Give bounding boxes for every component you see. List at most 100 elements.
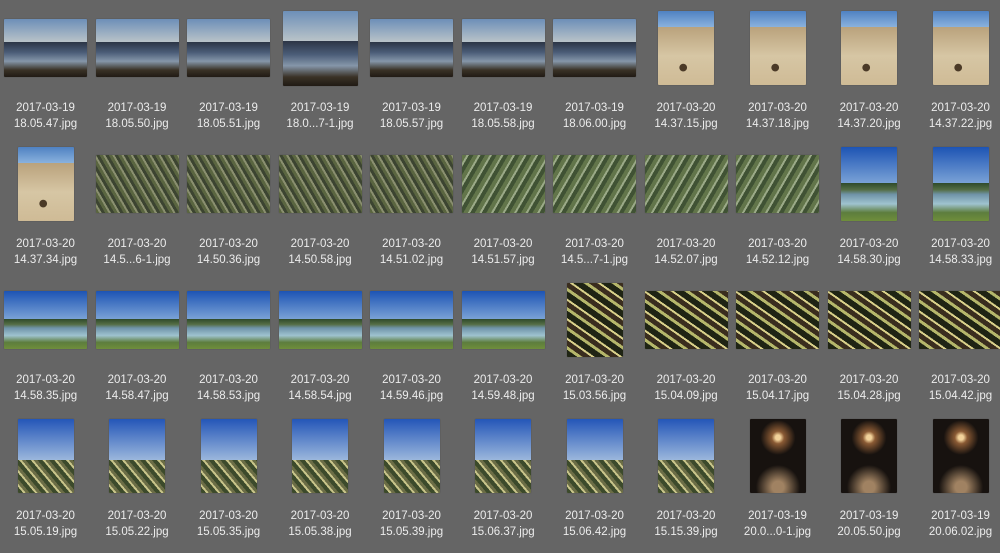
thumbnail-area[interactable] bbox=[366, 142, 457, 226]
thumbnail-area[interactable] bbox=[0, 414, 91, 498]
photo-item[interactable]: 2017-03-20 15.05.39.jpg bbox=[366, 414, 457, 550]
photo-item[interactable]: 2017-03-20 14.37.20.jpg bbox=[824, 6, 915, 142]
thumbnail-area[interactable] bbox=[641, 6, 732, 90]
thumbnail-area[interactable] bbox=[641, 414, 732, 498]
photo-item[interactable]: 2017-03-20 14.52.07.jpg bbox=[641, 142, 732, 278]
photo-item[interactable]: 2017-03-19 18.0...7-1.jpg bbox=[275, 6, 366, 142]
photo-item[interactable]: 2017-03-20 15.06.42.jpg bbox=[549, 414, 640, 550]
photo-item[interactable]: 2017-03-20 14.5...6-1.jpg bbox=[92, 142, 183, 278]
photo-item[interactable]: 2017-03-20 14.59.48.jpg bbox=[458, 278, 549, 414]
photo-thumbnail[interactable] bbox=[644, 291, 728, 349]
photo-item[interactable]: 2017-03-20 14.37.22.jpg bbox=[915, 6, 1000, 142]
photo-item[interactable]: 2017-03-19 20.06.02.jpg bbox=[915, 414, 1000, 550]
photo-thumbnail[interactable] bbox=[749, 419, 806, 493]
thumbnail-area[interactable] bbox=[824, 414, 915, 498]
photo-item[interactable]: 2017-03-20 14.51.57.jpg bbox=[458, 142, 549, 278]
thumbnail-area[interactable] bbox=[549, 142, 640, 226]
thumbnail-area[interactable] bbox=[915, 142, 1000, 226]
thumbnail-area[interactable] bbox=[732, 414, 823, 498]
thumbnail-area[interactable] bbox=[183, 142, 274, 226]
photo-item[interactable]: 2017-03-20 15.04.28.jpg bbox=[824, 278, 915, 414]
photo-item[interactable]: 2017-03-20 14.59.46.jpg bbox=[366, 278, 457, 414]
photo-item[interactable]: 2017-03-19 18.05.47.jpg bbox=[0, 6, 91, 142]
thumbnail-area[interactable] bbox=[915, 6, 1000, 90]
photo-thumbnail[interactable] bbox=[461, 19, 545, 77]
photo-thumbnail[interactable] bbox=[282, 10, 358, 86]
photo-thumbnail[interactable] bbox=[841, 147, 897, 221]
thumbnail-area[interactable] bbox=[92, 414, 183, 498]
photo-thumbnail[interactable] bbox=[278, 291, 362, 349]
thumbnail-area[interactable] bbox=[915, 414, 1000, 498]
thumbnail-area[interactable] bbox=[92, 6, 183, 90]
photo-item[interactable]: 2017-03-20 15.04.17.jpg bbox=[732, 278, 823, 414]
photo-item[interactable]: 2017-03-20 14.50.58.jpg bbox=[275, 142, 366, 278]
thumbnail-area[interactable] bbox=[549, 414, 640, 498]
photo-thumbnail[interactable] bbox=[4, 291, 87, 349]
photo-thumbnail[interactable] bbox=[383, 419, 440, 493]
thumbnail-area[interactable] bbox=[641, 278, 732, 362]
photo-item[interactable]: 2017-03-20 15.05.22.jpg bbox=[92, 414, 183, 550]
thumbnail-area[interactable] bbox=[732, 142, 823, 226]
photo-thumbnail[interactable] bbox=[17, 147, 74, 221]
thumbnail-area[interactable] bbox=[824, 6, 915, 90]
photo-thumbnail[interactable] bbox=[644, 155, 728, 213]
thumbnail-area[interactable] bbox=[183, 414, 274, 498]
photo-item[interactable]: 2017-03-20 14.37.18.jpg bbox=[732, 6, 823, 142]
photo-item[interactable]: 2017-03-20 14.37.15.jpg bbox=[641, 6, 732, 142]
thumbnail-area[interactable] bbox=[641, 142, 732, 226]
photo-thumbnail[interactable] bbox=[292, 419, 348, 493]
photo-thumbnail[interactable] bbox=[278, 155, 362, 213]
photo-item[interactable]: 2017-03-20 15.04.09.jpg bbox=[641, 278, 732, 414]
photo-item[interactable]: 2017-03-20 14.58.33.jpg bbox=[915, 142, 1000, 278]
thumbnail-area[interactable] bbox=[366, 6, 457, 90]
photo-thumbnail[interactable] bbox=[841, 419, 897, 493]
photo-item[interactable]: 2017-03-20 14.58.35.jpg bbox=[0, 278, 91, 414]
photo-thumbnail[interactable] bbox=[187, 19, 270, 77]
photo-item[interactable]: 2017-03-20 14.51.02.jpg bbox=[366, 142, 457, 278]
photo-thumbnail[interactable] bbox=[566, 283, 623, 357]
thumbnail-area[interactable] bbox=[824, 278, 915, 362]
photo-item[interactable]: 2017-03-20 14.58.30.jpg bbox=[824, 142, 915, 278]
photo-thumbnail[interactable] bbox=[736, 155, 819, 213]
photo-thumbnail[interactable] bbox=[749, 11, 806, 85]
photo-item[interactable]: 2017-03-19 18.05.51.jpg bbox=[183, 6, 274, 142]
photo-item[interactable]: 2017-03-20 15.05.35.jpg bbox=[183, 414, 274, 550]
thumbnail-area[interactable] bbox=[92, 278, 183, 362]
photo-thumbnail[interactable] bbox=[370, 155, 453, 213]
photo-thumbnail[interactable] bbox=[95, 291, 179, 349]
photo-thumbnail[interactable] bbox=[17, 419, 74, 493]
photo-thumbnail[interactable] bbox=[4, 19, 87, 77]
photo-item[interactable]: 2017-03-19 20.0...0-1.jpg bbox=[732, 414, 823, 550]
photo-thumbnail[interactable] bbox=[553, 19, 636, 77]
thumbnail-area[interactable] bbox=[458, 6, 549, 90]
photo-thumbnail[interactable] bbox=[932, 147, 989, 221]
thumbnail-area[interactable] bbox=[275, 414, 366, 498]
photo-thumbnail[interactable] bbox=[370, 291, 453, 349]
thumbnail-area[interactable] bbox=[366, 278, 457, 362]
thumbnail-area[interactable] bbox=[366, 414, 457, 498]
thumbnail-area[interactable] bbox=[458, 414, 549, 498]
photo-thumbnail[interactable] bbox=[109, 419, 165, 493]
photo-thumbnail[interactable] bbox=[187, 155, 270, 213]
thumbnail-area[interactable] bbox=[0, 6, 91, 90]
photo-item[interactable]: 2017-03-19 18.05.58.jpg bbox=[458, 6, 549, 142]
thumbnail-area[interactable] bbox=[458, 142, 549, 226]
photo-item[interactable]: 2017-03-20 14.58.47.jpg bbox=[92, 278, 183, 414]
photo-item[interactable]: 2017-03-20 15.04.42.jpg bbox=[915, 278, 1000, 414]
photo-item[interactable]: 2017-03-20 15.15.39.jpg bbox=[641, 414, 732, 550]
thumbnail-area[interactable] bbox=[275, 278, 366, 362]
photo-thumbnail[interactable] bbox=[200, 419, 257, 493]
photo-thumbnail[interactable] bbox=[841, 11, 897, 85]
thumbnail-area[interactable] bbox=[0, 142, 91, 226]
photo-thumbnail[interactable] bbox=[736, 291, 819, 349]
photo-item[interactable]: 2017-03-19 20.05.50.jpg bbox=[824, 414, 915, 550]
photo-thumbnail[interactable] bbox=[658, 419, 714, 493]
photo-thumbnail[interactable] bbox=[932, 11, 989, 85]
photo-thumbnail[interactable] bbox=[461, 291, 545, 349]
thumbnail-area[interactable] bbox=[732, 278, 823, 362]
photo-item[interactable]: 2017-03-19 18.05.50.jpg bbox=[92, 6, 183, 142]
photo-thumbnail[interactable] bbox=[566, 419, 623, 493]
photo-thumbnail[interactable] bbox=[658, 11, 714, 85]
photo-thumbnail[interactable] bbox=[370, 19, 453, 77]
photo-thumbnail[interactable] bbox=[95, 155, 179, 213]
